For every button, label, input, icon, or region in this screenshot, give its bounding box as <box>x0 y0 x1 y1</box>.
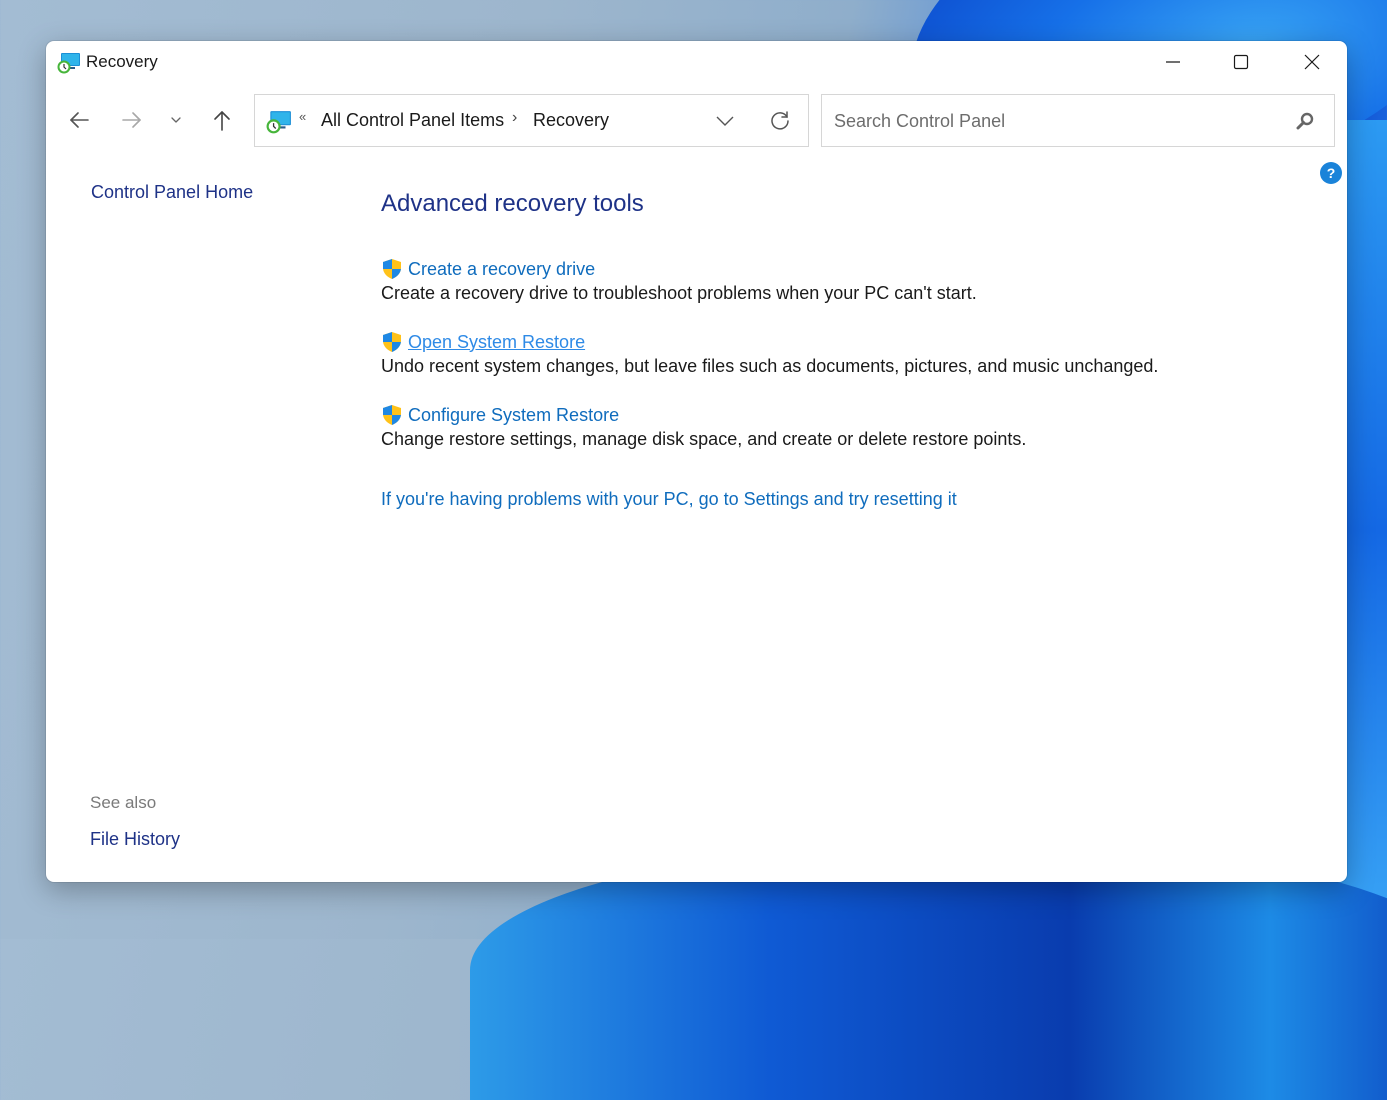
uac-shield-icon <box>383 405 401 425</box>
see-also-label: See also <box>90 793 157 812</box>
help-button[interactable]: ? <box>1320 162 1342 184</box>
task-link-label: Open System Restore <box>408 331 586 352</box>
minimize-icon <box>1166 61 1180 63</box>
task-create-recovery-drive: Create a recovery drive Create a recover… <box>381 258 977 304</box>
breadcrumb-overflow-button[interactable]: « <box>299 109 306 124</box>
reset-pc-settings-link[interactable]: If you're having problems with your PC, … <box>381 489 957 510</box>
open-system-restore-link[interactable]: Open System Restore <box>381 331 1158 353</box>
arrow-left-icon <box>70 112 89 128</box>
create-recovery-drive-link[interactable]: Create a recovery drive <box>381 258 977 280</box>
back-button[interactable] <box>64 105 94 135</box>
recovery-window: Recovery « All Control Panel Items › Rec… <box>46 41 1347 882</box>
task-description: Change restore settings, manage disk spa… <box>381 429 1027 449</box>
title-bar[interactable]: Recovery <box>46 41 1347 85</box>
file-history-link[interactable]: File History <box>90 829 180 850</box>
breadcrumb-separator-button[interactable]: › <box>512 109 517 127</box>
up-button[interactable] <box>207 105 237 135</box>
arrow-right-icon <box>122 112 141 128</box>
address-history-button[interactable] <box>711 108 739 134</box>
page-title: Advanced recovery tools <box>381 190 644 217</box>
refresh-icon <box>771 111 789 130</box>
configure-system-restore-link[interactable]: Configure System Restore <box>381 404 1026 426</box>
recent-locations-button[interactable] <box>161 105 191 135</box>
arrow-up-icon <box>214 111 230 131</box>
task-link-label: Configure System Restore <box>408 404 620 425</box>
control-panel-home-link[interactable]: Control Panel Home <box>91 182 253 203</box>
task-description: Create a recovery drive to troubleshoot … <box>381 283 977 303</box>
chevron-down-icon <box>171 117 181 123</box>
help-icon: ? <box>1326 165 1336 181</box>
task-link-label: Create a recovery drive <box>408 258 596 279</box>
search-box[interactable] <box>821 94 1335 147</box>
maximize-icon <box>1233 54 1249 70</box>
recovery-location-icon <box>266 111 291 134</box>
refresh-button[interactable] <box>765 107 795 135</box>
chevron-down-icon <box>716 116 734 126</box>
task-open-system-restore: Open System Restore Undo recent system c… <box>381 331 1158 377</box>
recovery-app-icon <box>57 53 80 74</box>
forward-button[interactable] <box>117 105 147 135</box>
task-configure-system-restore: Configure System Restore Change restore … <box>381 404 1026 450</box>
uac-shield-icon <box>383 259 401 279</box>
search-input[interactable] <box>832 107 1276 135</box>
close-icon <box>1304 54 1320 70</box>
uac-shield-icon <box>383 332 401 352</box>
breadcrumb-all-control-panel-items[interactable]: All Control Panel Items <box>321 110 504 131</box>
window-title: Recovery <box>86 52 158 71</box>
address-bar[interactable]: « All Control Panel Items › Recovery <box>254 94 809 147</box>
close-button[interactable] <box>1277 41 1347 83</box>
breadcrumb-recovery[interactable]: Recovery <box>533 110 609 131</box>
search-icon[interactable] <box>1295 111 1315 131</box>
minimize-button[interactable] <box>1138 41 1208 83</box>
maximize-button[interactable] <box>1206 41 1276 83</box>
task-description: Undo recent system changes, but leave fi… <box>381 356 1159 376</box>
